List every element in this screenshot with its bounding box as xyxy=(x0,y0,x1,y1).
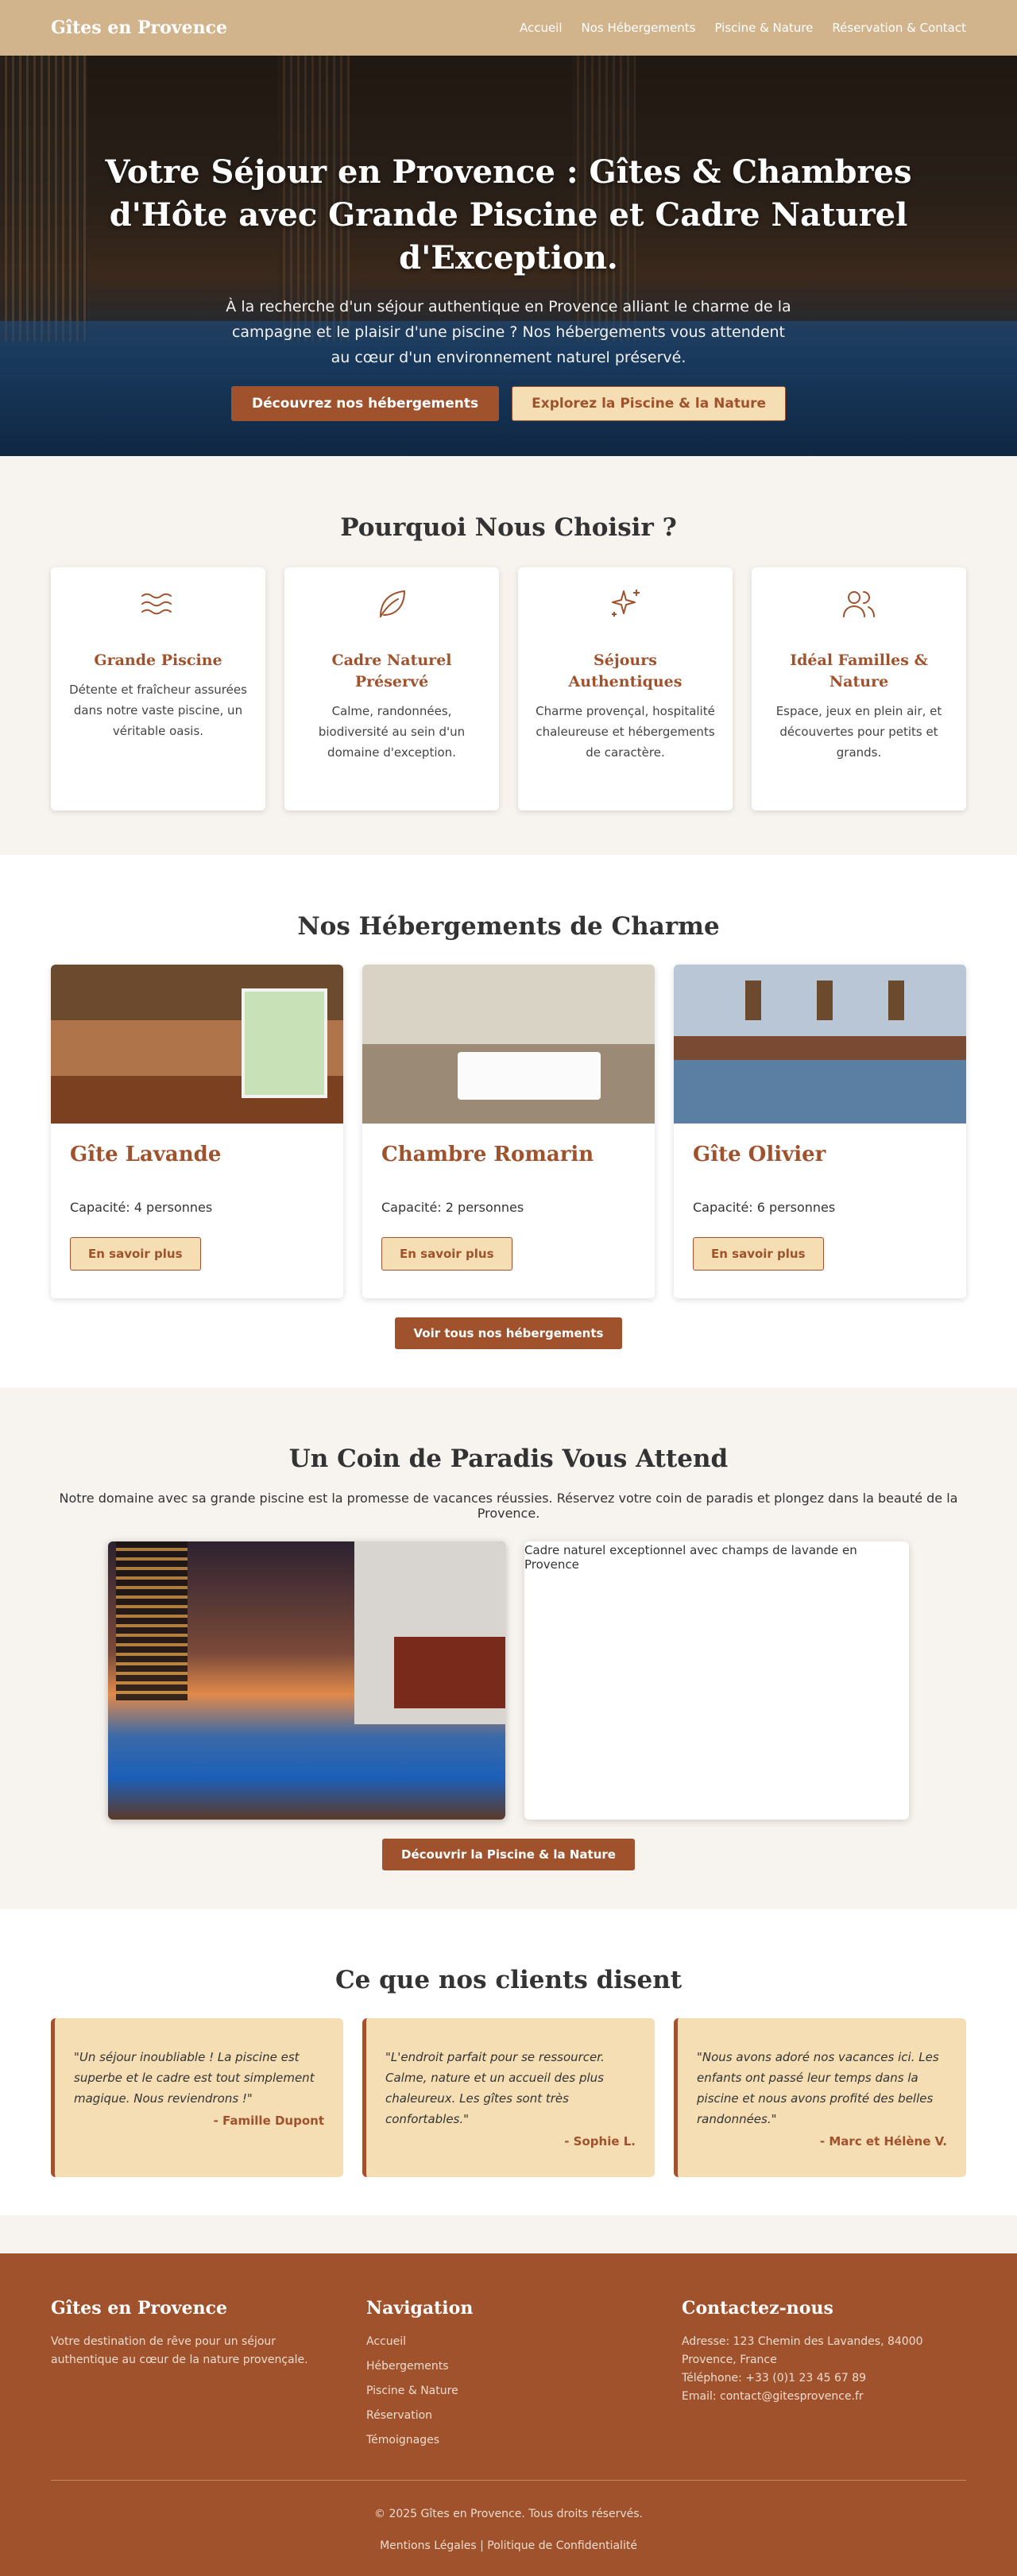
lodging-card: Chambre Romarin Capacité: 2 personnes En… xyxy=(362,965,655,1298)
footer-email: Email: contact@gitesprovence.fr xyxy=(682,2390,864,2403)
legal-links: Mentions Légales | Politique de Confiden… xyxy=(51,2539,966,2552)
lodging-more-button[interactable]: En savoir plus xyxy=(381,1237,512,1271)
sparkles-icon xyxy=(612,590,640,617)
footer-link-accueil[interactable]: Accueil xyxy=(366,2335,406,2348)
lodging-name: Gîte Lavande xyxy=(70,1143,222,1166)
feature-card: Idéal Familles & Nature Espace, jeux en … xyxy=(752,567,966,810)
paradise-section: Un Coin de Paradis Vous Attend Notre dom… xyxy=(0,1387,1017,1909)
discover-lodging-button[interactable]: Découvrez nos hébergements xyxy=(230,386,500,421)
lodging-capacity: Capacité: 2 personnes xyxy=(381,1200,524,1215)
lodging-capacity: Capacité: 4 personnes xyxy=(70,1200,213,1215)
lodging-card: Gîte Olivier Capacité: 6 personnes En sa… xyxy=(674,965,966,1298)
feature-text: Charme provençal, hospitalité chaleureus… xyxy=(536,704,715,760)
site-brand[interactable]: Gîtes en Provence xyxy=(51,17,227,38)
lodging-image xyxy=(362,965,655,1124)
testimonials-title: Ce que nos clients disent xyxy=(334,1966,683,1994)
testimonial-card: "L'endroit parfait pour se ressourcer. C… xyxy=(362,2018,655,2177)
footer-spacer xyxy=(0,2215,1017,2253)
all-lodging-button[interactable]: Voir tous nos hébergements xyxy=(394,1317,623,1349)
footer-nav-title: Navigation xyxy=(366,2298,474,2319)
footer-link-temoignages[interactable]: Témoignages xyxy=(366,2434,439,2446)
testimonial-quote: "L'endroit parfait pour se ressourcer. C… xyxy=(385,2050,605,2126)
feature-card: Grande Piscine Détente et fraîcheur assu… xyxy=(51,567,265,810)
lodging-more-button[interactable]: En savoir plus xyxy=(70,1237,201,1271)
feature-text: Calme, randonnées, biodiversité au sein … xyxy=(318,704,466,760)
footer-phone: Téléphone: +33 (0)1 23 45 67 89 xyxy=(682,2372,867,2385)
legal-separator: | xyxy=(480,2539,484,2552)
users-icon xyxy=(843,591,875,617)
testimonial-card: "Nous avons adoré nos vacances ici. Les … xyxy=(674,2018,966,2177)
footer-link-hebergements[interactable]: Hébergements xyxy=(366,2360,449,2373)
feature-title: Cadre Naturel Préservé xyxy=(331,652,452,690)
lodging-image xyxy=(51,965,343,1124)
footer-brand: Gîtes en Provence xyxy=(51,2298,227,2319)
feature-title: Grande Piscine xyxy=(94,652,222,669)
footer-link-reservation[interactable]: Réservation xyxy=(366,2409,432,2422)
testimonials-section: Ce que nos clients disent "Un séjour ino… xyxy=(0,1909,1017,2215)
testimonial-author: - Famille Dupont xyxy=(213,2114,324,2128)
testimonial-author: - Sophie L. xyxy=(564,2134,636,2149)
testimonial-quote: "Un séjour inoubliable ! La piscine est … xyxy=(74,2050,315,2106)
testimonial-quote: "Nous avons adoré nos vacances ici. Les … xyxy=(697,2050,939,2126)
feature-card: Séjours Authentiques Charme provençal, h… xyxy=(518,567,733,810)
paradise-title: Un Coin de Paradis Vous Attend xyxy=(288,1445,729,1473)
lodging-card: Gîte Lavande Capacité: 4 personnes En sa… xyxy=(51,965,343,1298)
pool-photo xyxy=(108,1541,505,1820)
feature-title: Idéal Familles & Nature xyxy=(790,652,928,690)
hero-title: Votre Séjour en Provence : Gîtes & Chamb… xyxy=(105,153,912,277)
legal-notice-link[interactable]: Mentions Légales xyxy=(380,2539,477,2552)
feature-title: Séjours Authentiques xyxy=(568,652,683,690)
why-section: Pourquoi Nous Choisir ? Grande Piscine D… xyxy=(0,456,1017,855)
site-footer: Gîtes en Provence Votre destination de r… xyxy=(0,2253,1017,2576)
why-title: Pourquoi Nous Choisir ? xyxy=(340,513,677,542)
footer-contact-title: Contactez-nous xyxy=(682,2298,833,2319)
feature-text: Espace, jeux en plein air, et découverte… xyxy=(775,704,942,760)
lodging-name: Chambre Romarin xyxy=(381,1143,594,1166)
hero-section: Votre Séjour en Provence : Gîtes & Chamb… xyxy=(0,56,1017,456)
hero-subtitle: À la recherche d'un séjour authentique e… xyxy=(226,298,791,366)
footer-brand-text: Votre destination de rêve pour un séjour… xyxy=(51,2335,308,2366)
lodging-title: Nos Hébergements de Charme xyxy=(297,912,720,941)
lodging-capacity: Capacité: 6 personnes xyxy=(693,1200,836,1215)
privacy-policy-link[interactable]: Politique de Confidentialité xyxy=(487,2539,637,2552)
nav-reservation-contact[interactable]: Réservation & Contact xyxy=(832,21,966,35)
leaf-icon xyxy=(380,590,405,617)
testimonial-card: "Un séjour inoubliable ! La piscine est … xyxy=(51,2018,343,2177)
footer-link-piscine[interactable]: Piscine & Nature xyxy=(366,2385,458,2397)
footer-divider xyxy=(51,2480,966,2481)
nav-hebergements[interactable]: Nos Hébergements xyxy=(582,21,696,35)
feature-text: Détente et fraîcheur assurées dans notre… xyxy=(69,683,247,738)
nav-piscine-nature[interactable]: Piscine & Nature xyxy=(714,21,813,35)
lavender-image-alt: Cadre naturel exceptionnel avec champs d… xyxy=(524,1541,909,1820)
nav-accueil[interactable]: Accueil xyxy=(520,21,563,35)
explore-pool-button[interactable]: Explorez la Piscine & la Nature xyxy=(512,386,786,421)
lodging-more-button[interactable]: En savoir plus xyxy=(693,1237,824,1271)
waves-icon xyxy=(141,593,172,615)
main-nav: Accueil Nos Hébergements Piscine & Natur… xyxy=(520,21,966,35)
lodging-name: Gîte Olivier xyxy=(693,1143,826,1166)
copyright: © 2025 Gîtes en Provence. Tous droits ré… xyxy=(374,2508,643,2520)
paradise-lead: Notre domaine avec sa grande piscine est… xyxy=(59,1491,958,1521)
discover-pool-button[interactable]: Découvrir la Piscine & la Nature xyxy=(382,1839,635,1870)
testimonial-author: - Marc et Hélène V. xyxy=(819,2134,947,2149)
footer-address: Adresse: 123 Chemin des Lavandes, 84000 … xyxy=(682,2335,923,2366)
feature-card: Cadre Naturel Préservé Calme, randonnées… xyxy=(284,567,499,810)
lodging-section: Nos Hébergements de Charme Gîte Lavande … xyxy=(0,855,1017,1387)
site-header: Gîtes en Provence Accueil Nos Hébergemen… xyxy=(0,0,1017,56)
lodging-image xyxy=(674,965,966,1124)
